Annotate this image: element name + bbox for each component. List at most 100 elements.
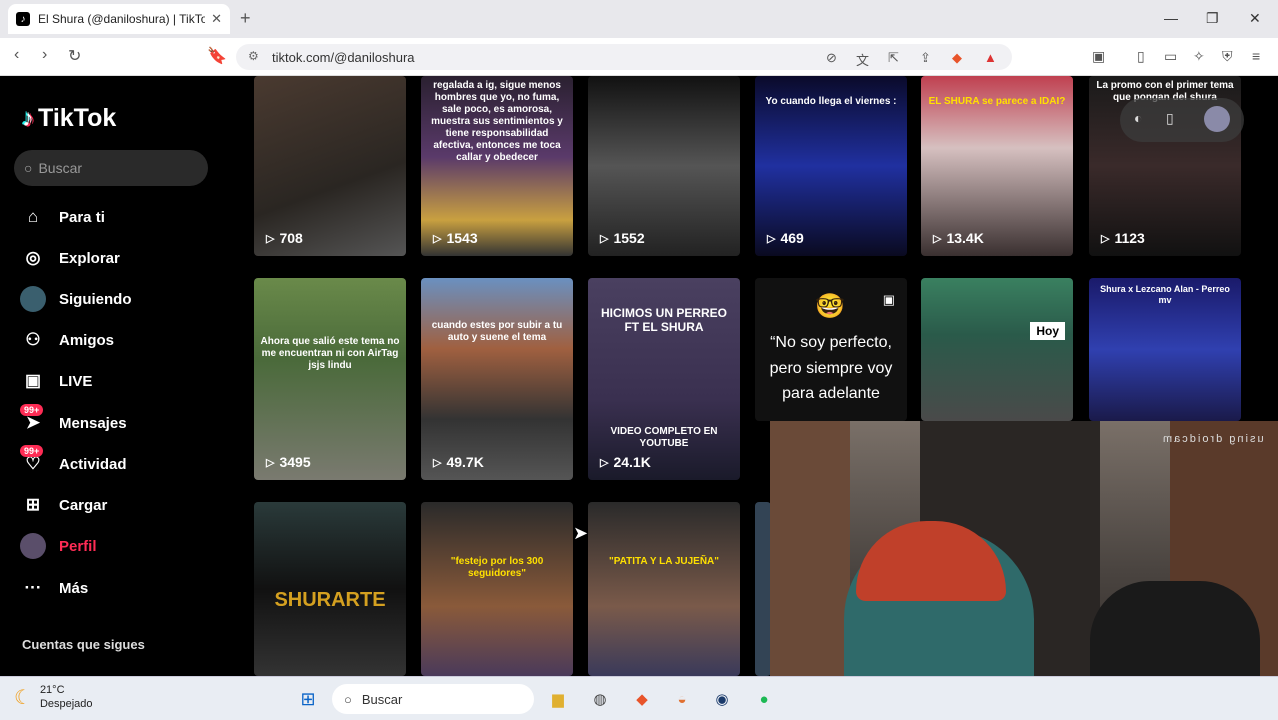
messages-icon: ➤ 99+ — [20, 404, 46, 436]
play-icon: ▷ — [600, 456, 609, 469]
brave-icon[interactable]: ◆ — [630, 687, 654, 711]
video-card[interactable]: ▷ 1552 — [588, 76, 740, 256]
file-explorer-icon[interactable]: ▆ — [546, 687, 570, 711]
play-icon: ▷ — [433, 456, 442, 469]
video-card[interactable]: HICIMOS UN PERREO FT EL SHURA VIDEO COMP… — [588, 278, 740, 480]
view-count: ▷ 1123 — [1101, 230, 1145, 246]
site-info-icon[interactable]: ⚙ — [248, 49, 259, 63]
close-window-icon[interactable]: ✕ — [1249, 10, 1261, 27]
video-card[interactable]: Shura x Lezcano Alan - Perreo mv — [1089, 278, 1241, 421]
video-caption: "festejo por los 300 seguidores" — [450, 556, 544, 579]
view-count: ▷ 24.1K — [600, 454, 651, 470]
nav-label: Actividad — [59, 455, 127, 473]
video-caption: EL SHURA se parece a IDAI? — [928, 96, 1066, 107]
reload-icon[interactable]: ↻ — [68, 46, 81, 66]
nav-actividad[interactable]: ♡ 99+ Actividad — [20, 445, 127, 478]
no-tracking-icon[interactable]: ⊘ — [826, 50, 837, 66]
view-count: ▷ 1552 — [600, 230, 645, 246]
video-card[interactable]: SHURARTE — [254, 502, 406, 676]
nav-mensajes[interactable]: ➤ 99+ Mensajes — [20, 404, 127, 437]
new-tab-icon[interactable]: + — [240, 8, 251, 29]
steam-icon[interactable]: ◉ — [710, 687, 734, 711]
video-card[interactable]: regalada a ig, sigue menos hombres que y… — [421, 76, 573, 256]
logo-text: TikTok — [38, 104, 117, 132]
play-icon: ▷ — [266, 456, 275, 469]
taskbar-search-input[interactable]: ○ Buscar — [332, 684, 534, 714]
avatar-icon — [20, 286, 46, 312]
close-tab-icon[interactable]: ✕ — [211, 11, 222, 27]
tiktok-icon: ♪ — [16, 12, 30, 26]
nav-explorar[interactable]: ◎ Explorar — [20, 244, 120, 272]
vpn-icon[interactable]: ⛨ — [1222, 48, 1233, 65]
video-card[interactable]: 🤓 ▣ “No soy perfecto, pero siempre voy p… — [755, 278, 907, 421]
nav-cargar[interactable]: ⊞ Cargar — [20, 491, 107, 519]
video-card[interactable]: ▷ 708 — [254, 76, 406, 256]
minimize-icon[interactable]: — — [1164, 10, 1178, 26]
screenshot-icon[interactable]: ▣ — [1092, 48, 1105, 65]
browser-tabstrip: ♪ El Shura (@daniloshura) | TikTok ✕ + —… — [0, 0, 1278, 38]
address-bar[interactable]: ⚙ tiktok.com/@daniloshura ⊘ 文 ⇱ ⇪ ◆ ▲ — [236, 44, 1012, 70]
video-card[interactable]: Hoy — [921, 278, 1073, 421]
video-card[interactable]: "festejo por los 300 seguidores" — [421, 502, 573, 676]
tiktok-sidebar: ♪ TikTok ○ Buscar ⌂ Para ti ◎ Explorar S… — [0, 76, 232, 676]
bookmark-icon[interactable]: 🔖 — [207, 46, 227, 66]
view-count: ▷ 1543 — [433, 230, 478, 246]
sync-icon[interactable]: ◐ — [1134, 110, 1142, 126]
windows-start-icon[interactable]: ⊞ — [296, 687, 320, 711]
forward-icon[interactable]: › — [42, 46, 47, 64]
mouse-cursor: ➤ — [573, 523, 589, 543]
device-icon[interactable]: ▯ — [1166, 110, 1174, 127]
video-card[interactable]: Yo cuando llega el viernes : ▷ 469 — [755, 76, 907, 256]
sidebar-toggle-icon[interactable]: ▯ — [1137, 48, 1145, 65]
upload-icon: ⊞ — [25, 495, 41, 514]
nav-label: LIVE — [59, 372, 93, 390]
leo-ai-icon[interactable]: ✧ — [1193, 48, 1205, 65]
nav-siguiendo[interactable]: Siguiendo — [20, 285, 132, 313]
video-card[interactable]: cuando estes por subir a tu auto y suene… — [421, 278, 573, 480]
url-text[interactable]: tiktok.com/@daniloshura — [272, 50, 415, 65]
menu-icon[interactable]: ≡ — [1252, 48, 1260, 64]
activity-badge: 99+ — [20, 445, 44, 457]
nav-perfil[interactable]: Perfil — [20, 532, 97, 560]
brave-rewards-icon[interactable]: ▲ — [984, 50, 997, 65]
taskbar-search-placeholder: Buscar — [361, 691, 403, 707]
brave-shield-icon[interactable]: ◆ — [952, 50, 962, 66]
weather-temp: 21°C — [39, 684, 65, 696]
video-caption: Yo cuando llega el viernes : — [765, 96, 897, 107]
back-icon[interactable]: ‹ — [14, 46, 19, 64]
nav-label: Explorar — [59, 249, 120, 267]
nav-para-ti[interactable]: ⌂ Para ti — [20, 203, 105, 231]
task-view-icon[interactable]: ◍ — [588, 687, 612, 711]
nav-label: Mensajes — [59, 414, 127, 432]
video-caption: regalada a ig, sigue menos hombres que y… — [431, 80, 563, 163]
nav-label: Amigos — [59, 331, 115, 349]
avatar[interactable] — [1204, 106, 1230, 132]
nav-mas[interactable]: ··· Más — [20, 574, 89, 602]
open-external-icon[interactable]: ⇱ — [888, 50, 899, 66]
app-icon[interactable]: ◒ — [670, 687, 694, 711]
play-icon: ▷ — [600, 232, 609, 245]
tiktok-logo[interactable]: ♪ TikTok — [22, 104, 116, 133]
share-icon[interactable]: ⇪ — [920, 50, 931, 66]
play-icon: ▷ — [767, 232, 776, 245]
search-input[interactable]: ○ Buscar — [14, 150, 208, 186]
wallet-icon[interactable]: ▭ — [1164, 48, 1177, 65]
translate-icon[interactable]: 文 — [856, 50, 869, 69]
video-card[interactable] — [755, 502, 771, 676]
search-icon: ○ — [24, 160, 33, 176]
tab-title: El Shura (@daniloshura) | TikTok — [38, 12, 206, 26]
spotify-icon[interactable]: ● — [752, 687, 776, 711]
weather-widget[interactable]: ☾ 21°C Despejado — [14, 683, 93, 711]
nav-amigos[interactable]: ⚇ Amigos — [20, 326, 114, 354]
search-placeholder: Buscar — [38, 160, 83, 176]
video-card[interactable]: "PATITA Y LA JUJEÑA" — [588, 502, 740, 676]
restore-icon[interactable]: ❐ — [1206, 10, 1219, 27]
video-card[interactable]: EL SHURA se parece a IDAI? ▷ 13.4K — [921, 76, 1073, 256]
nav-live[interactable]: ▣ LIVE — [20, 367, 92, 395]
video-caption: Ahora que salió este tema no me encuentr… — [260, 336, 400, 371]
play-icon: ▷ — [1101, 232, 1110, 245]
browser-tab[interactable]: ♪ El Shura (@daniloshura) | TikTok ✕ — [8, 4, 230, 34]
video-card[interactable]: Ahora que salió este tema no me encuentr… — [254, 278, 406, 480]
moon-icon: ☾ — [14, 686, 32, 709]
nav-label: Para ti — [59, 208, 105, 226]
